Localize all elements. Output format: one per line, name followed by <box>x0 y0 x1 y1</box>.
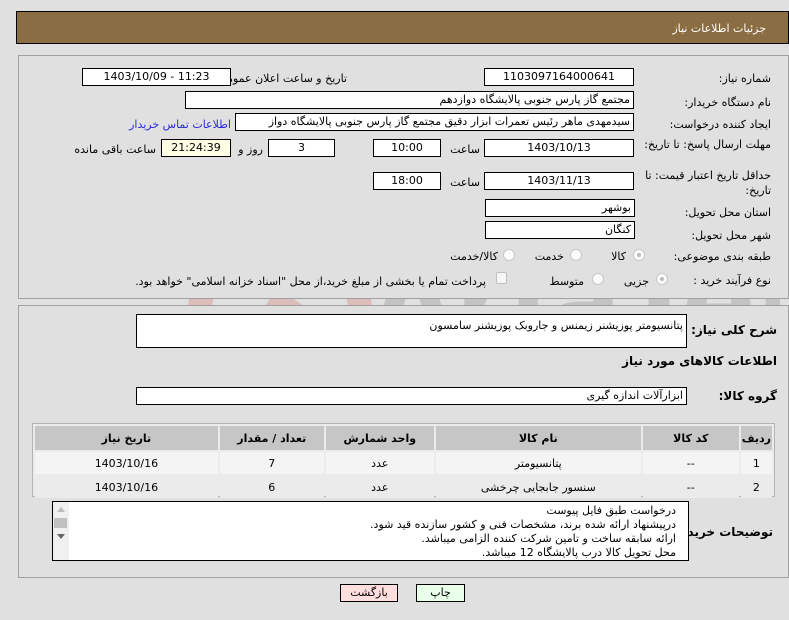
buyer-org-field: مجتمع گاز پارس جنوبی پالایشگاه دوازدهم <box>185 91 634 109</box>
price-validity-label: حداقل تاریخ اعتبار قیمت: تا تاریخ: <box>645 169 771 197</box>
cell-item-code: -- <box>642 452 739 474</box>
province-field: بوشهر <box>485 199 635 217</box>
cell-quantity: 7 <box>219 452 324 474</box>
announce-datetime-field: 1403/10/09 - 11:23 <box>82 68 231 86</box>
col-need-date: تاریخ نیاز <box>35 426 218 450</box>
category-radio-service[interactable] <box>570 249 582 261</box>
notes-line: محل تحویل کالا درب پالایشگاه 12 میباشد. <box>481 546 676 559</box>
category-option-service: خدمت <box>534 250 564 263</box>
purchase-type-option-minor: جزیی <box>623 275 649 288</box>
requester-label: ایجاد کننده درخواست: <box>669 118 771 131</box>
cell-item-code: -- <box>642 476 739 498</box>
col-unit: واحد شمارش <box>325 426 434 450</box>
buyer-contact-link[interactable]: اطلاعات تماس خریدار <box>129 118 231 131</box>
description-textarea[interactable]: پتانسیومتر پوزیشنر زیمنس و جاروبک پوزیشن… <box>136 314 687 348</box>
price-validity-time: 18:00 <box>373 172 441 190</box>
price-validity-time-label: ساعت <box>450 176 480 189</box>
price-validity-date: 1403/11/13 <box>484 172 634 190</box>
table-header-row: ردیف کد کالا نام کالا واحد شمارش تعداد /… <box>35 426 772 450</box>
notes-scrollbar[interactable] <box>53 502 69 560</box>
province-label: استان محل تحویل: <box>684 206 771 219</box>
items-table-wrapper: ردیف کد کالا نام کالا واحد شمارش تعداد /… <box>32 423 775 500</box>
cell-row-number: 1 <box>740 452 772 474</box>
page-header: جزئیات اطلاعات نیاز <box>16 11 789 44</box>
buyer-notes-text: درخواست طبق فایل پیوست درپیشنهاد ارائه ش… <box>370 504 676 560</box>
description-label: شرح کلی نیاز: <box>691 323 777 337</box>
cell-unit: عدد <box>325 476 434 498</box>
notes-line: ارائه سابقه ساخت و تامین شرکت کننده الزا… <box>421 532 676 545</box>
response-deadline-time: 10:00 <box>373 139 441 157</box>
goods-section-title: اطلاعات کالاهای مورد نیاز <box>622 354 777 368</box>
cell-item-name: سنسور جابجایی چرخشی <box>435 476 641 498</box>
category-option-goods: کالا <box>611 250 626 263</box>
scroll-up-icon[interactable] <box>57 507 65 512</box>
scroll-thumb[interactable] <box>54 518 67 528</box>
col-quantity: تعداد / مقدار <box>219 426 324 450</box>
cell-unit: عدد <box>325 452 434 474</box>
cell-need-date: 1403/10/16 <box>35 476 218 498</box>
response-time-label: ساعت <box>450 143 480 156</box>
category-radio-goods-service[interactable] <box>503 249 515 261</box>
col-item-name: نام کالا <box>435 426 641 450</box>
remaining-time-label: ساعت باقی مانده <box>74 143 156 156</box>
table-row: 1 -- پتانسیومتر عدد 7 1403/10/16 <box>35 452 772 474</box>
remaining-time-field: 21:24:39 <box>161 139 231 157</box>
need-number-label: شماره نیاز: <box>718 72 771 85</box>
requester-field: سیدمهدی ماهر رئیس تعمرات ابزار دقیق مجتم… <box>235 113 634 131</box>
buyer-notes-textarea[interactable]: درخواست طبق فایل پیوست درپیشنهاد ارائه ش… <box>52 501 689 561</box>
remaining-days-field: 3 <box>268 139 335 157</box>
page-title: جزئیات اطلاعات نیاز <box>672 22 766 35</box>
description-text: پتانسیومتر پوزیشنر زیمنس و جاروبک پوزیشن… <box>429 319 683 332</box>
need-number-field: 1103097164000641 <box>484 68 634 86</box>
goods-group-label: گروه کالا: <box>718 389 777 403</box>
category-radio-goods[interactable] <box>633 249 645 261</box>
col-row-number: ردیف <box>740 426 772 450</box>
scroll-down-icon[interactable] <box>57 534 65 539</box>
print-button[interactable]: چاپ <box>416 584 465 602</box>
category-label: طبقه بندی موضوعی: <box>673 250 771 263</box>
cell-need-date: 1403/10/16 <box>35 452 218 474</box>
notes-line: درپیشنهاد ارائه شده برند، مشخصات فنی و ک… <box>370 518 676 531</box>
city-label: شهر محل تحویل: <box>691 229 771 242</box>
response-deadline-label: مهلت ارسال پاسخ: تا تاریخ: <box>644 138 771 151</box>
city-field: کنگان <box>485 221 635 239</box>
col-item-code: کد کالا <box>642 426 739 450</box>
treasury-checkbox[interactable] <box>496 272 507 284</box>
purchase-type-radio-medium[interactable] <box>592 273 604 285</box>
table-row: 2 -- سنسور جابجایی چرخشی عدد 6 1403/10/1… <box>35 476 772 498</box>
category-option-goods-service: کالا/خدمت <box>450 250 498 263</box>
buyer-org-label: نام دستگاه خریدار: <box>684 96 771 109</box>
back-button[interactable]: بازگشت <box>340 584 398 602</box>
announce-datetime-label: تاریخ و ساعت اعلان عمومی: <box>214 72 347 85</box>
purchase-type-radio-minor[interactable] <box>656 273 668 285</box>
cell-row-number: 2 <box>740 476 772 498</box>
treasury-note: پرداخت تمام یا بخشی از مبلغ خرید،از محل … <box>135 275 486 288</box>
cell-quantity: 6 <box>219 476 324 498</box>
purchase-type-option-medium: متوسط <box>549 275 584 288</box>
notes-line: درخواست طبق فایل پیوست <box>546 504 676 517</box>
items-table: ردیف کد کالا نام کالا واحد شمارش تعداد /… <box>33 424 774 500</box>
cell-item-name: پتانسیومتر <box>435 452 641 474</box>
purchase-type-label: نوع فرآیند خرید : <box>693 274 771 287</box>
response-deadline-date: 1403/10/13 <box>484 139 634 157</box>
days-label: روز و <box>238 143 263 156</box>
goods-group-field: ابزارآلات اندازه گیری <box>136 387 687 405</box>
